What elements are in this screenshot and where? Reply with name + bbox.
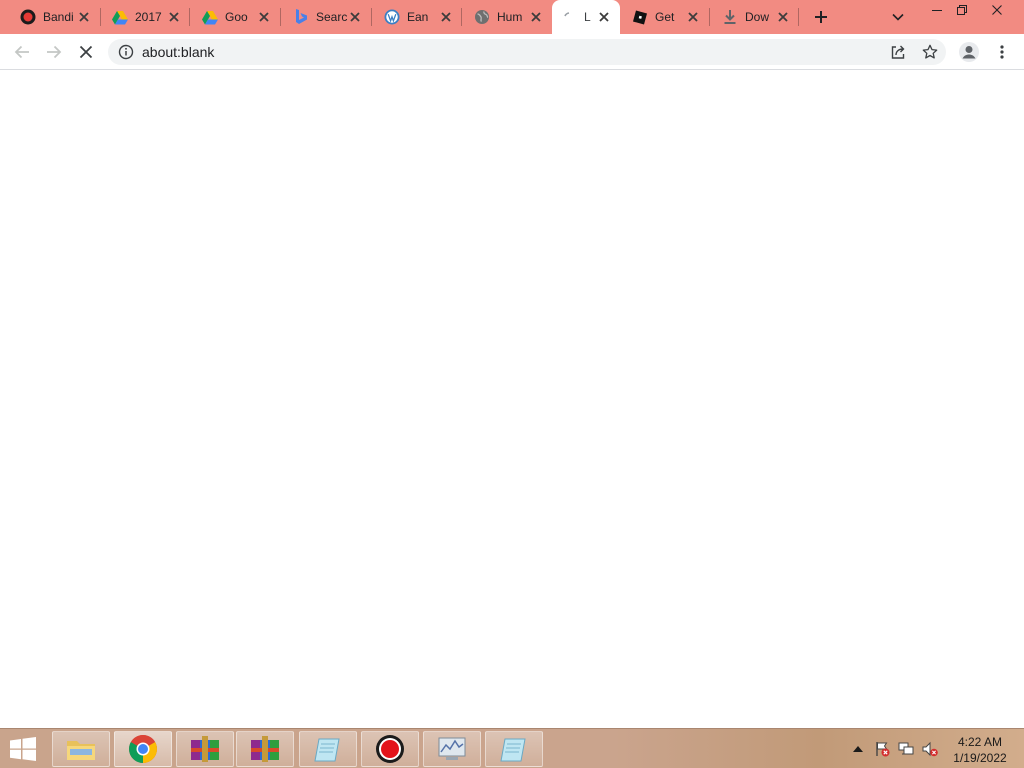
tab-title: Goo <box>225 10 248 24</box>
stop-loading-button[interactable] <box>72 38 100 66</box>
tab-strip: Bandi 2017 Goo Searc Ean Hum L Get Dow <box>0 0 1024 34</box>
avatar-icon <box>959 42 979 62</box>
close-icon[interactable] <box>686 10 700 24</box>
show-hidden-icons-button[interactable] <box>850 741 866 757</box>
plus-icon <box>815 11 827 23</box>
start-button[interactable] <box>6 735 40 763</box>
star-icon <box>922 44 938 59</box>
tab-bandicam[interactable]: Bandi <box>8 0 100 34</box>
close-window-button[interactable] <box>980 0 1014 20</box>
address-bar[interactable]: about:blank <box>108 39 946 65</box>
monitor-icon <box>438 737 466 760</box>
tab-search-button[interactable] <box>887 6 909 28</box>
tab-title: Get <box>655 10 675 24</box>
restore-icon <box>957 5 967 15</box>
close-icon[interactable] <box>597 10 611 24</box>
notepad-icon <box>500 738 526 762</box>
google-drive-icon <box>202 9 218 25</box>
globe-icon <box>474 9 490 25</box>
restore-button[interactable] <box>945 0 979 20</box>
roblox-icon <box>632 9 648 25</box>
taskbar-winrar-1[interactable] <box>176 731 234 767</box>
new-tab-button[interactable] <box>808 4 834 30</box>
close-icon[interactable] <box>439 10 453 24</box>
bing-search-icon <box>293 9 309 25</box>
back-button[interactable] <box>8 38 36 66</box>
arrow-left-icon <box>14 45 29 59</box>
close-icon[interactable] <box>529 10 543 24</box>
download-icon <box>722 9 738 25</box>
windows-icon <box>10 737 36 761</box>
notepad-icon <box>314 738 340 762</box>
tab-globe-site[interactable]: Hum <box>462 0 552 34</box>
taskbar-notepad-1[interactable] <box>299 731 357 767</box>
bookmark-button[interactable] <box>920 42 940 62</box>
profile-button[interactable] <box>955 38 983 66</box>
page-content[interactable] <box>0 71 1024 728</box>
clock[interactable]: 4:22 AM 1/19/2022 <box>946 734 1014 766</box>
minimize-icon <box>932 10 942 11</box>
tab-title: L <box>584 10 591 24</box>
taskbar-notepad-2[interactable] <box>485 731 543 767</box>
record-icon <box>20 9 36 25</box>
google-drive-icon <box>112 9 128 25</box>
share-button[interactable] <box>888 42 908 62</box>
tab-title: Hum <box>497 10 523 24</box>
record-icon <box>376 735 404 763</box>
close-icon[interactable] <box>77 10 91 24</box>
tab-download[interactable]: Dow <box>710 0 799 34</box>
arrow-right-icon <box>47 45 62 59</box>
taskbar-file-explorer[interactable] <box>52 731 110 767</box>
clock-time: 4:22 AM <box>957 735 1003 749</box>
taskbar-bandicam[interactable] <box>361 731 419 767</box>
tab-title: Searc <box>316 10 348 24</box>
loading-icon <box>562 9 578 25</box>
folder-icon <box>67 741 95 760</box>
taskbar-chrome[interactable] <box>114 731 172 767</box>
tab-title: Dow <box>745 10 770 24</box>
browser-toolbar: about:blank <box>0 34 1024 70</box>
menu-button[interactable] <box>988 38 1016 66</box>
wordpress-icon <box>384 9 400 25</box>
tab-title: Bandi <box>43 10 74 24</box>
close-icon <box>992 5 1002 15</box>
close-icon[interactable] <box>257 10 271 24</box>
taskbar-resource-monitor[interactable] <box>423 731 481 767</box>
chrome-icon <box>129 735 157 763</box>
winrar-icon <box>251 736 279 762</box>
more-vert-icon <box>1000 45 1004 59</box>
network-icon[interactable] <box>898 741 914 757</box>
tab-drive-2017[interactable]: 2017 <box>100 0 190 34</box>
info-icon[interactable] <box>118 44 134 60</box>
taskbar: 4:22 AM 1/19/2022 <box>0 728 1024 768</box>
action-center-icon[interactable] <box>874 741 890 757</box>
close-icon[interactable] <box>348 10 362 24</box>
tab-roblox[interactable]: Get <box>620 0 709 34</box>
close-icon <box>79 45 93 59</box>
tab-bing-search[interactable]: Searc <box>281 0 371 34</box>
share-icon <box>891 45 905 59</box>
taskbar-winrar-2[interactable] <box>236 731 294 767</box>
tab-google-drive[interactable]: Goo <box>190 0 280 34</box>
tab-separator <box>798 8 799 26</box>
volume-muted-icon[interactable] <box>922 741 938 757</box>
close-icon[interactable] <box>167 10 181 24</box>
chevron-up-icon <box>853 746 863 752</box>
tab-title: 2017 <box>135 10 162 24</box>
url-text[interactable]: about:blank <box>142 44 214 60</box>
close-icon[interactable] <box>776 10 790 24</box>
tab-wordpress[interactable]: Ean <box>372 0 462 34</box>
tab-title: Ean <box>407 10 429 24</box>
chevron-down-icon <box>892 13 904 21</box>
winrar-icon <box>191 736 219 762</box>
tab-active-loading[interactable]: L <box>552 0 620 34</box>
clock-date: 1/19/2022 <box>953 751 1007 765</box>
forward-button[interactable] <box>40 38 68 66</box>
